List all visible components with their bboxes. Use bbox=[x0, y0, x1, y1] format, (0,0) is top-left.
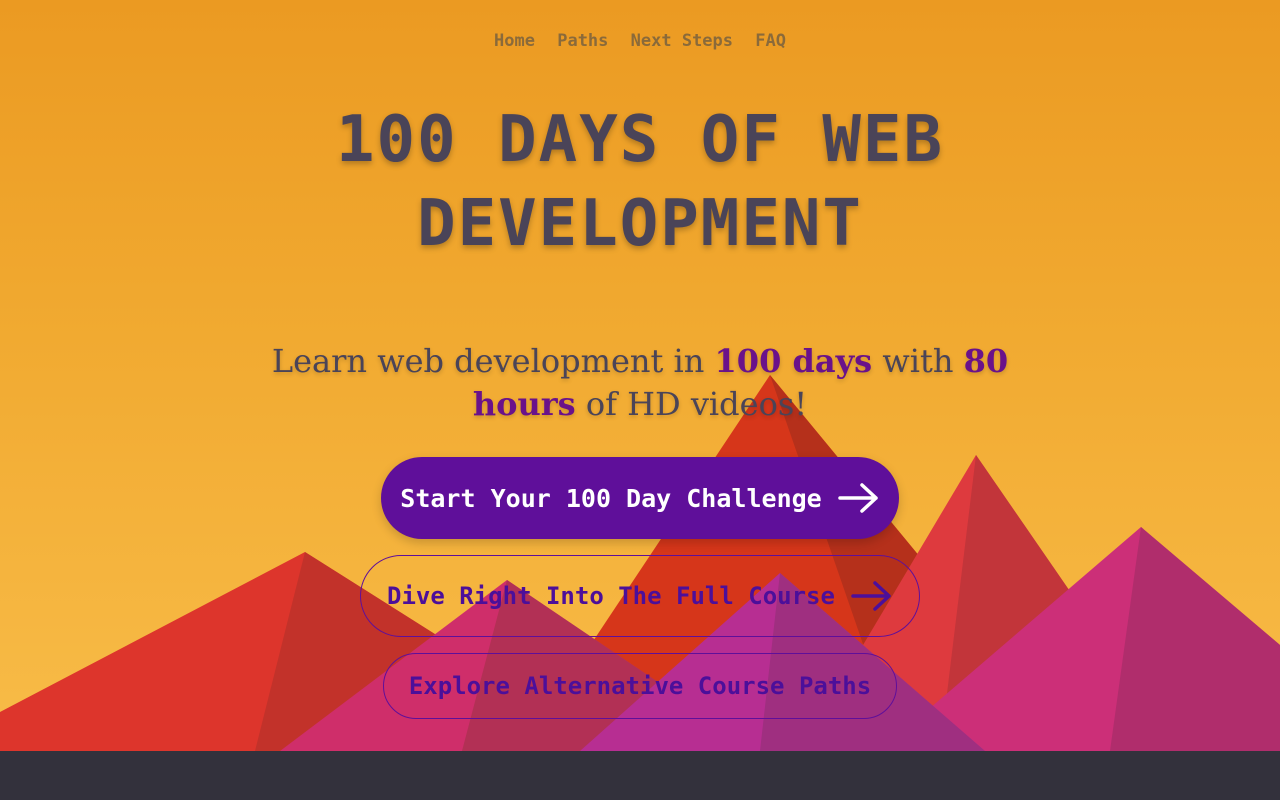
full-course-label: Dive Right Into The Full Course bbox=[387, 582, 835, 610]
footer-strip bbox=[0, 751, 1280, 800]
course-paths-button[interactable]: Explore Alternative Course Paths bbox=[383, 653, 897, 719]
hero-subtitle: Learn web development in 100 days with 8… bbox=[220, 340, 1060, 426]
nav-faq[interactable]: FAQ bbox=[755, 31, 786, 51]
nav-home[interactable]: Home bbox=[494, 31, 535, 51]
page-title: 100 DAYS OF WEB DEVELOPMENT bbox=[0, 98, 1280, 266]
arrow-right-icon bbox=[851, 581, 891, 611]
subtitle-text: Learn web development in bbox=[271, 342, 715, 380]
subtitle-text: with bbox=[872, 342, 964, 380]
subtitle-days-highlight: 100 days bbox=[714, 342, 873, 380]
top-nav: Home Paths Next Steps FAQ bbox=[0, 31, 1280, 51]
page-title-line-1: 100 DAYS OF WEB bbox=[336, 103, 944, 177]
subtitle-text: of HD videos! bbox=[575, 385, 808, 423]
start-challenge-button[interactable]: Start Your 100 Day Challenge bbox=[381, 457, 899, 539]
arrow-right-icon bbox=[837, 483, 878, 513]
start-challenge-label: Start Your 100 Day Challenge bbox=[400, 483, 822, 513]
nav-next-steps[interactable]: Next Steps bbox=[631, 31, 733, 51]
full-course-button[interactable]: Dive Right Into The Full Course bbox=[360, 555, 920, 637]
nav-paths[interactable]: Paths bbox=[557, 31, 608, 51]
hero-section: Home Paths Next Steps FAQ 100 DAYS OF WE… bbox=[0, 0, 1280, 751]
page-title-line-2: DEVELOPMENT bbox=[417, 187, 863, 261]
course-paths-label: Explore Alternative Course Paths bbox=[408, 672, 872, 700]
